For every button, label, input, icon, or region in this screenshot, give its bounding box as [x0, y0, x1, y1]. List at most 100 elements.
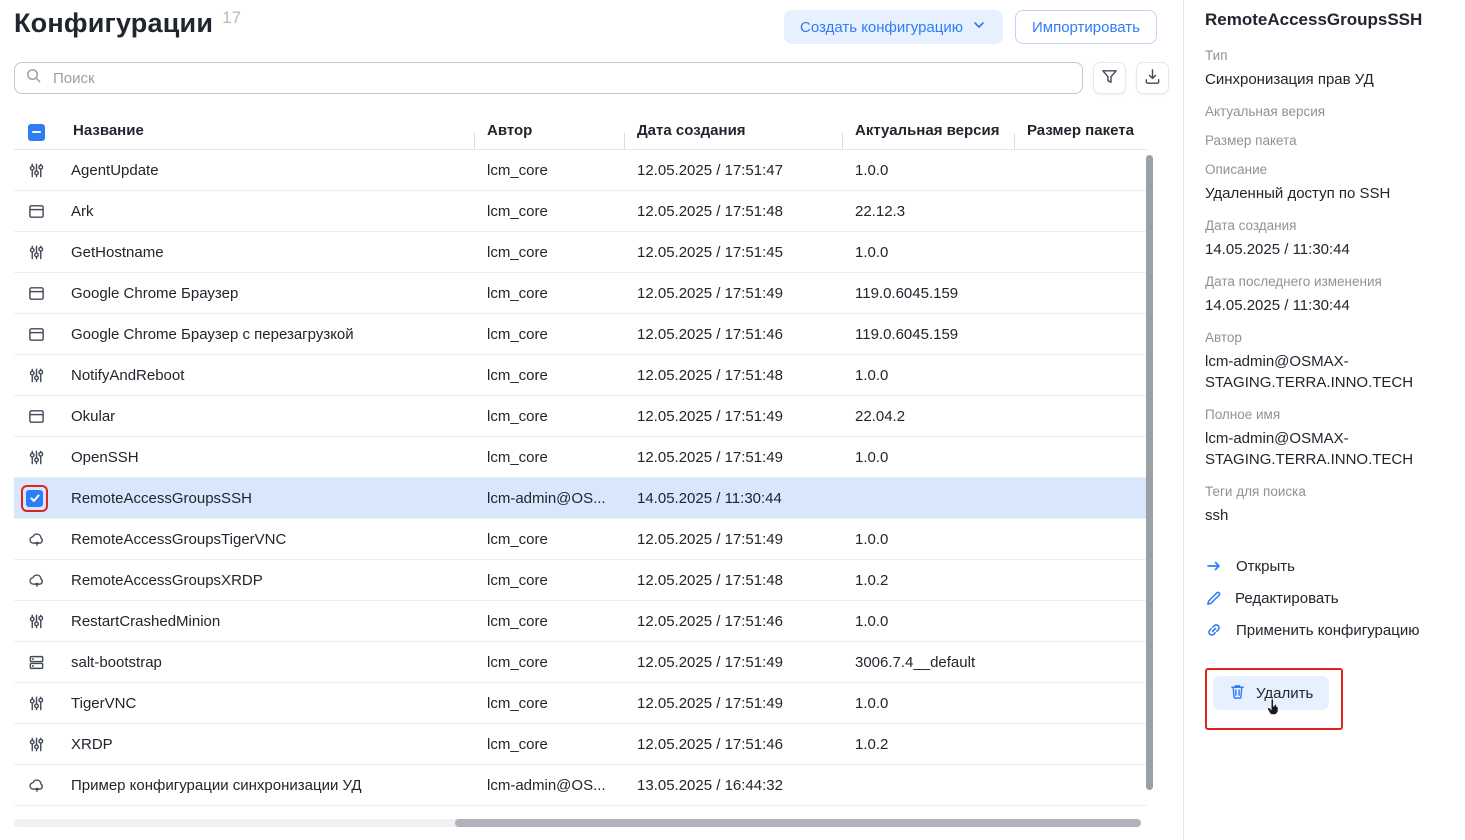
config-name: Google Chrome Браузер	[59, 285, 475, 302]
row-leading-cell	[14, 571, 59, 589]
config-author: lcm_core	[475, 408, 625, 425]
items-count: 17	[222, 8, 241, 27]
details-field: Тип Синхронизация прав УД	[1205, 48, 1449, 90]
table-row[interactable]: RestartCrashedMinion lcm_core 12.05.2025…	[14, 601, 1147, 642]
cloud-icon	[28, 530, 46, 548]
config-name: salt-bootstrap	[59, 654, 475, 671]
details-field-value: ssh	[1205, 505, 1449, 526]
config-name: XRDP	[59, 736, 475, 753]
details-field-label: Актуальная версия	[1205, 104, 1449, 119]
config-version: 22.12.3	[843, 203, 1015, 220]
cursor-hand-icon	[1263, 697, 1283, 722]
trash-icon	[1229, 683, 1246, 704]
details-field-label: Теги для поиска	[1205, 484, 1449, 499]
search-box[interactable]	[14, 62, 1083, 94]
row-checkbox[interactable]	[26, 490, 43, 507]
cloud-icon	[28, 571, 46, 589]
row-leading-cell	[14, 654, 59, 671]
table-row[interactable]: GetHostname lcm_core 12.05.2025 / 17:51:…	[14, 232, 1147, 273]
sliders-icon	[28, 613, 45, 630]
config-author: lcm_core	[475, 449, 625, 466]
column-header-name[interactable]: Название	[59, 122, 475, 139]
config-author: lcm_core	[475, 654, 625, 671]
page-title: Конфигурации	[14, 8, 213, 38]
config-created: 12.05.2025 / 17:51:49	[625, 285, 843, 302]
config-author: lcm_core	[475, 326, 625, 343]
window-icon	[28, 326, 45, 343]
table-row[interactable]: RemoteAccessGroupsSSH lcm-admin@OS... 14…	[14, 478, 1147, 519]
config-created: 13.05.2025 / 16:44:32	[625, 777, 843, 794]
details-field: Описание Удаленный доступ по SSH	[1205, 162, 1449, 204]
create-configuration-button[interactable]: Создать конфигурацию	[784, 10, 1003, 44]
config-name: Пример конфигурации синхронизации УД	[59, 777, 475, 794]
config-name: Ark	[59, 203, 475, 220]
table-row[interactable]: AgentUpdate lcm_core 12.05.2025 / 17:51:…	[14, 150, 1147, 191]
details-actions: Открыть Редактировать Применить конфигур…	[1205, 550, 1449, 646]
table-row[interactable]: XRDP lcm_core 12.05.2025 / 17:51:46 1.0.…	[14, 724, 1147, 765]
config-author: lcm_core	[475, 695, 625, 712]
config-created: 12.05.2025 / 17:51:48	[625, 367, 843, 384]
row-leading-cell	[14, 408, 59, 425]
config-author: lcm_core	[475, 162, 625, 179]
table-row[interactable]: RemoteAccessGroupsTigerVNC lcm_core 12.0…	[14, 519, 1147, 560]
details-field-label: Автор	[1205, 330, 1449, 345]
details-action-apply-config[interactable]: Применить конфигурацию	[1205, 614, 1449, 646]
apply-config-icon	[1205, 621, 1223, 639]
column-header-created[interactable]: Дата создания	[625, 122, 843, 139]
column-header-version[interactable]: Актуальная версия	[843, 122, 1015, 139]
details-field-label: Дата последнего изменения	[1205, 274, 1449, 289]
config-version: 1.0.0	[843, 367, 1015, 384]
config-created: 12.05.2025 / 17:51:45	[625, 244, 843, 261]
config-created: 12.05.2025 / 17:51:47	[625, 162, 843, 179]
header-checkbox-cell	[14, 120, 59, 141]
config-version: 3006.7.4__default	[843, 654, 1015, 671]
sliders-icon	[28, 736, 45, 753]
column-header-size[interactable]: Размер пакета	[1015, 122, 1147, 139]
row-leading-cell	[14, 449, 59, 466]
horizontal-scrollbar[interactable]	[455, 819, 1141, 827]
table-row[interactable]: TigerVNC lcm_core 12.05.2025 / 17:51:49 …	[14, 683, 1147, 724]
window-icon	[28, 203, 45, 220]
config-created: 12.05.2025 / 17:51:48	[625, 572, 843, 589]
table-row[interactable]: NotifyAndReboot lcm_core 12.05.2025 / 17…	[14, 355, 1147, 396]
arrow-right-icon	[1205, 557, 1223, 575]
details-action-pencil[interactable]: Редактировать	[1205, 582, 1449, 614]
import-button[interactable]: Импортировать	[1015, 10, 1157, 44]
filter-icon	[1100, 67, 1119, 89]
config-name: TigerVNC	[59, 695, 475, 712]
table-row[interactable]: RemoteAccessGroupsXRDP lcm_core 12.05.20…	[14, 560, 1147, 601]
table-row[interactable]: Ark lcm_core 12.05.2025 / 17:51:48 22.12…	[14, 191, 1147, 232]
sliders-icon	[28, 244, 45, 261]
config-version: 1.0.0	[843, 531, 1015, 548]
window-icon	[28, 285, 45, 302]
export-button[interactable]	[1136, 62, 1169, 94]
config-created: 12.05.2025 / 17:51:49	[625, 531, 843, 548]
config-version: 1.0.0	[843, 244, 1015, 261]
config-name: RestartCrashedMinion	[59, 613, 475, 630]
table-row[interactable]: Okular lcm_core 12.05.2025 / 17:51:49 22…	[14, 396, 1147, 437]
table-row[interactable]: OpenSSH lcm_core 12.05.2025 / 17:51:49 1…	[14, 437, 1147, 478]
config-author: lcm_core	[475, 367, 625, 384]
config-version: 1.0.2	[843, 736, 1015, 753]
table-row[interactable]: salt-bootstrap lcm_core 12.05.2025 / 17:…	[14, 642, 1147, 683]
config-created: 12.05.2025 / 17:51:49	[625, 695, 843, 712]
vertical-scrollbar[interactable]	[1146, 155, 1153, 790]
search-input[interactable]	[51, 69, 1072, 88]
filter-button[interactable]	[1093, 62, 1126, 94]
config-version: 1.0.0	[843, 695, 1015, 712]
sliders-icon	[28, 695, 45, 712]
table-row[interactable]: Google Chrome Браузер lcm_core 12.05.202…	[14, 273, 1147, 314]
details-field: Полное имя lcm-admin@OSMAX-STAGING.TERRA…	[1205, 407, 1449, 470]
config-author: lcm_core	[475, 285, 625, 302]
table-row[interactable]: Пример конфигурации синхронизации УД lcm…	[14, 765, 1147, 806]
select-all-checkbox[interactable]	[28, 124, 45, 141]
create-configuration-label: Создать конфигурацию	[800, 19, 963, 36]
config-name: AgentUpdate	[59, 162, 475, 179]
sliders-icon	[28, 367, 45, 384]
row-leading-cell	[14, 244, 59, 261]
page-header: Конфигурации 17 Создать конфигурацию Импо…	[14, 8, 1157, 44]
table-row[interactable]: Google Chrome Браузер с перезагрузкой lc…	[14, 314, 1147, 355]
details-action-arrow-right[interactable]: Открыть	[1205, 550, 1449, 582]
column-header-author[interactable]: Автор	[475, 122, 625, 139]
details-field-label: Дата создания	[1205, 218, 1449, 233]
